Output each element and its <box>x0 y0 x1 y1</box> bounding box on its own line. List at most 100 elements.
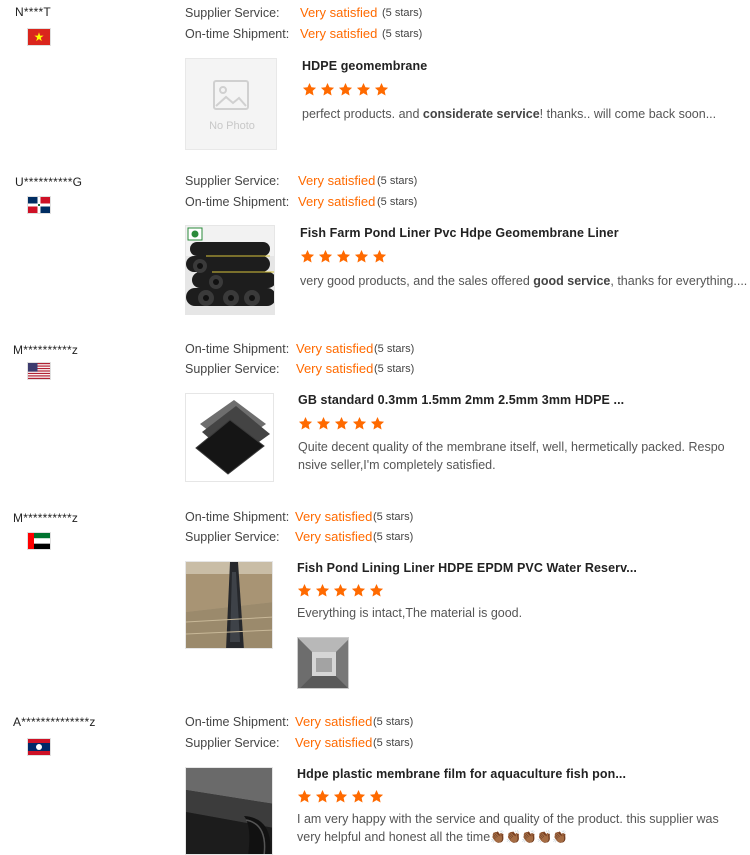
star-rating <box>297 789 384 807</box>
star-icon <box>356 82 371 96</box>
flag-uae-icon <box>28 533 50 549</box>
review-comment: Quite decent quality of the membrane its… <box>298 440 725 472</box>
review-photo-thumbnail[interactable] <box>297 637 349 689</box>
rating-stars-count: (5 stars) <box>373 511 414 523</box>
star-icon <box>351 789 366 803</box>
star-icon <box>369 789 384 803</box>
star-icon <box>315 789 330 803</box>
product-title-link[interactable]: Fish Farm Pond Liner Pvc Hdpe Geomembran… <box>300 226 619 240</box>
rating-stars-count: (5 stars) <box>377 175 418 187</box>
star-rating <box>297 583 384 601</box>
star-icon <box>300 249 315 263</box>
product-title-link[interactable]: Hdpe plastic membrane film for aquacultu… <box>297 767 626 781</box>
no-photo-label: No Photo <box>209 120 255 132</box>
buyer-name: M**********z <box>13 511 79 525</box>
rating-stars-count: (5 stars) <box>382 28 423 40</box>
rating-value: Very satisfied <box>295 714 373 729</box>
star-icon <box>302 82 317 96</box>
rating-row-supplier-service: Supplier Service: Very satisfied (5 star… <box>185 172 417 190</box>
review-comment: Everything is intact,The material is goo… <box>297 606 523 620</box>
review-comment: perfect products. and considerate servic… <box>302 107 717 121</box>
rating-label: Supplier Service: <box>185 174 280 188</box>
review-photo <box>298 638 348 688</box>
flag-laos-icon <box>28 739 50 755</box>
rating-label: Supplier Service: <box>185 362 280 376</box>
star-rating <box>302 82 389 100</box>
rating-value: Very satisfied <box>295 529 373 544</box>
buyer-name: M**********z <box>13 343 79 357</box>
clapping-hands-emoji: 👏🏾👏🏾👏🏾👏🏾👏🏾 <box>490 830 568 844</box>
product-thumbnail[interactable] <box>185 767 273 855</box>
star-icon <box>297 583 312 597</box>
product-photo <box>186 226 274 314</box>
rating-stars-count: (5 stars) <box>374 363 415 375</box>
product-title-link[interactable]: HDPE geomembrane <box>302 59 427 73</box>
rating-row-on-time-shipment: On-time Shipment: Very satisfied (5 star… <box>185 508 413 526</box>
rating-value: Very satisfied <box>298 194 376 209</box>
buyer-name: A**************z <box>13 715 96 729</box>
product-photo <box>186 562 272 648</box>
rating-stars-count: (5 stars) <box>373 716 414 728</box>
review-item: U**********G Supplier Service: Very sati… <box>0 168 750 333</box>
rating-label: Supplier Service: <box>185 530 280 544</box>
star-icon <box>338 82 353 96</box>
star-icon <box>354 249 369 263</box>
rating-row-supplier-service: Supplier Service: Very satisfied (5 star… <box>185 360 414 378</box>
star-icon <box>298 416 313 430</box>
rating-label: On-time Shipment: <box>185 342 290 356</box>
rating-value: Very satisfied <box>296 361 374 376</box>
product-thumbnail[interactable]: No Photo <box>185 58 277 150</box>
star-icon <box>315 583 330 597</box>
product-photo <box>186 768 272 854</box>
star-rating <box>298 416 385 434</box>
rating-value: Very satisfied <box>300 5 378 20</box>
buyer-name: N****T <box>15 5 51 19</box>
star-icon <box>369 583 384 597</box>
star-icon <box>333 583 348 597</box>
flag-usa-icon <box>28 363 50 379</box>
rating-value: Very satisfied <box>295 735 373 750</box>
image-placeholder-icon <box>213 80 249 110</box>
star-icon <box>374 82 389 96</box>
rating-stars-count: (5 stars) <box>373 531 414 543</box>
review-comment: very good products, and the sales offere… <box>300 274 748 288</box>
rating-row-on-time-shipment: On-time Shipment: Very satisfied (5 star… <box>185 25 422 43</box>
star-icon <box>333 789 348 803</box>
rating-value: Very satisfied <box>296 341 374 356</box>
rating-stars-count: (5 stars) <box>373 737 414 749</box>
star-rating <box>300 249 387 267</box>
product-thumbnail[interactable] <box>185 393 274 482</box>
star-icon <box>370 416 385 430</box>
rating-row-on-time-shipment: On-time Shipment: Very satisfied (5 star… <box>185 193 417 211</box>
rating-row-on-time-shipment: On-time Shipment: Very satisfied (5 star… <box>185 340 414 358</box>
product-title-link[interactable]: Fish Pond Lining Liner HDPE EPDM PVC Wat… <box>297 561 637 575</box>
rating-stars-count: (5 stars) <box>374 343 415 355</box>
review-comment: I am very happy with the service and qua… <box>297 812 719 844</box>
rating-label: Supplier Service: <box>185 6 280 20</box>
star-icon <box>320 82 335 96</box>
rating-value: Very satisfied <box>295 509 373 524</box>
star-icon <box>352 416 367 430</box>
product-photo <box>186 394 273 481</box>
rating-row-supplier-service: Supplier Service: Very satisfied (5 star… <box>185 734 413 752</box>
rating-stars-count: (5 stars) <box>382 7 423 19</box>
star-icon <box>316 416 331 430</box>
rating-row-on-time-shipment: On-time Shipment: Very satisfied (5 star… <box>185 713 413 731</box>
product-thumbnail[interactable] <box>185 561 273 649</box>
product-title-link[interactable]: GB standard 0.3mm 1.5mm 2mm 2.5mm 3mm HD… <box>298 393 624 407</box>
rating-row-supplier-service: Supplier Service: Very satisfied (5 star… <box>185 4 422 22</box>
review-item: M**********z On-time Shipment: Very sati… <box>0 336 750 501</box>
flag-dominican-republic-icon <box>28 197 50 213</box>
product-thumbnail[interactable] <box>185 225 275 315</box>
rating-value: Very satisfied <box>300 26 378 41</box>
rating-label: On-time Shipment: <box>185 510 290 524</box>
review-item: A**************z On-time Shipment: Very … <box>0 710 750 855</box>
review-item: N****T Supplier Service: Very satisfied … <box>0 0 750 165</box>
rating-stars-count: (5 stars) <box>377 196 418 208</box>
rating-row-supplier-service: Supplier Service: Very satisfied (5 star… <box>185 528 413 546</box>
star-icon <box>334 416 349 430</box>
rating-label: On-time Shipment: <box>185 195 290 209</box>
star-icon <box>336 249 351 263</box>
star-icon <box>351 583 366 597</box>
rating-label: On-time Shipment: <box>185 27 290 41</box>
